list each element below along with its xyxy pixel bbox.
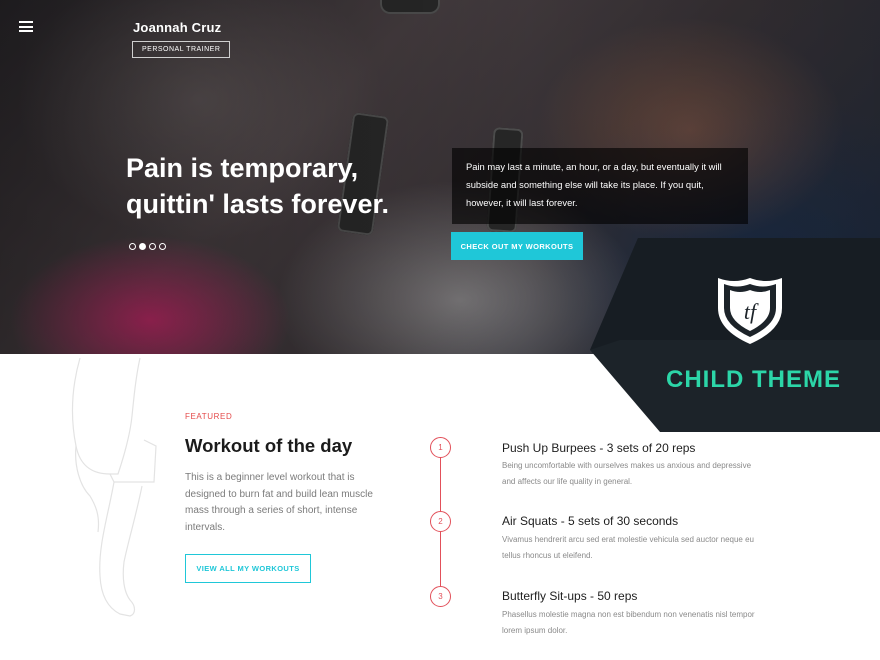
child-theme-label: CHILD THEME [666, 366, 841, 393]
workout-title-3[interactable]: Butterfly Sit-ups - 50 reps [502, 589, 637, 603]
hero-quote-box: Pain may last a minute, an hour, or a da… [452, 148, 748, 224]
slider-dot-1[interactable] [129, 243, 136, 250]
slider-dots [129, 243, 166, 250]
section-description: This is a beginner level workout that is… [185, 472, 373, 533]
workout-title-2[interactable]: Air Squats - 5 sets of 30 seconds [502, 514, 678, 528]
workout-description-2: Vivamus hendrerit arcu sed erat molestie… [502, 535, 754, 560]
hero-title: Pain is temporary, quittin' lasts foreve… [126, 150, 446, 222]
athlete-outline-illustration [71, 357, 157, 617]
workout-description-3: Phasellus molestie magna non est bibendu… [502, 610, 755, 635]
check-out-workouts-button[interactable]: CHECK OUT MY WORKOUTS [451, 232, 583, 260]
slider-dot-2[interactable] [139, 243, 146, 250]
section-title: Workout of the day [185, 435, 353, 456]
featured-eyebrow: FEATURED [185, 412, 233, 421]
step-number-2: 2 [430, 511, 451, 532]
hamburger-icon[interactable] [19, 21, 33, 32]
step-number-1: 1 [430, 437, 451, 458]
slider-dot-4[interactable] [159, 243, 166, 250]
child-theme-overlay: tf [590, 238, 880, 432]
step-number-3: 3 [430, 586, 451, 607]
workout-title-1[interactable]: Push Up Burpees - 3 sets of 20 reps [502, 441, 695, 455]
hero-title-line-1: Pain is temporary, [126, 153, 359, 183]
hero-quote: Pain may last a minute, an hour, or a da… [466, 161, 722, 208]
view-all-workouts-button[interactable]: VIEW ALL MY WORKOUTS [185, 554, 311, 583]
hero-title-line-2: quittin' lasts forever. [126, 189, 389, 219]
brand-tagline: PERSONAL TRAINER [132, 41, 231, 58]
workout-description-1: Being uncomfortable with ourselves makes… [502, 461, 752, 486]
slider-dot-3[interactable] [149, 243, 156, 250]
brand-name[interactable]: Joannah Cruz [133, 20, 221, 35]
